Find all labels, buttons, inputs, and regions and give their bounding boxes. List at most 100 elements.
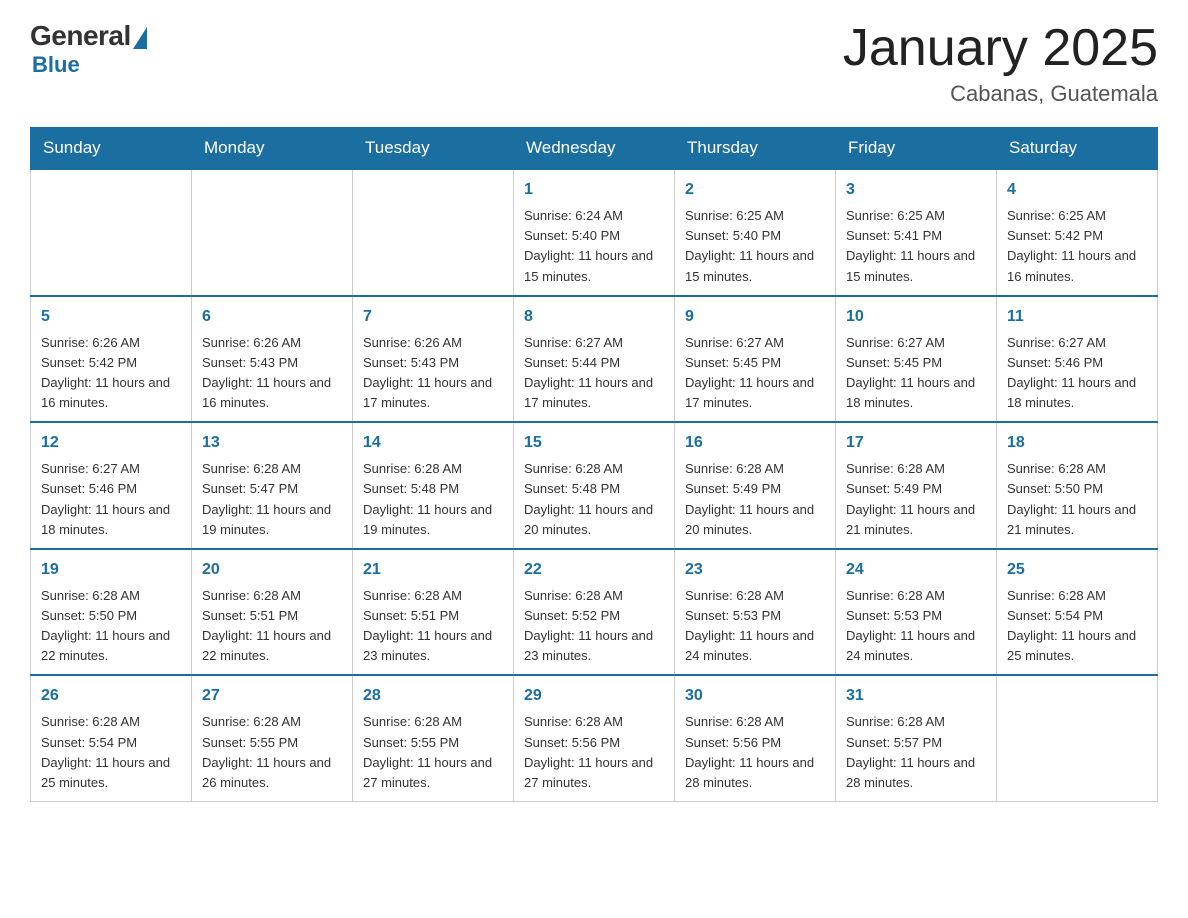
day-number: 26 [41,684,181,708]
day-number: 17 [846,431,986,455]
calendar-cell: 23 Sunrise: 6:28 AM Sunset: 5:53 PM Dayli… [675,549,836,676]
day-info: Sunrise: 6:28 AM Sunset: 5:54 PM Dayligh… [41,714,170,789]
title-section: January 2025 Cabanas, Guatemala [843,20,1158,107]
day-header-saturday: Saturday [997,128,1158,170]
calendar-cell [997,675,1158,801]
day-info: Sunrise: 6:28 AM Sunset: 5:48 PM Dayligh… [524,461,653,536]
calendar-cell: 10 Sunrise: 6:27 AM Sunset: 5:45 PM Dayli… [836,296,997,423]
day-info: Sunrise: 6:28 AM Sunset: 5:53 PM Dayligh… [846,588,975,663]
day-number: 25 [1007,558,1147,582]
calendar-cell: 19Sunrise: 6:28 AM Sunset: 5:50 PM Dayli… [31,549,192,676]
day-info: Sunrise: 6:27 AM Sunset: 5:46 PM Dayligh… [41,461,170,536]
day-number: 24 [846,558,986,582]
calendar-location: Cabanas, Guatemala [843,81,1158,107]
calendar-cell: 26 Sunrise: 6:28 AM Sunset: 5:54 PM Dayli… [31,675,192,801]
calendar-cell: 25 Sunrise: 6:28 AM Sunset: 5:54 PM Dayli… [997,549,1158,676]
day-info: Sunrise: 6:28 AM Sunset: 5:49 PM Dayligh… [685,461,814,536]
calendar-cell: 12 Sunrise: 6:27 AM Sunset: 5:46 PM Dayli… [31,422,192,549]
day-number: 18 [1007,431,1147,455]
calendar-cell [353,169,514,296]
logo-blue-text: Blue [32,52,80,78]
day-info: Sunrise: 6:28 AM Sunset: 5:55 PM Dayligh… [363,714,492,789]
calendar-cell: 20 Sunrise: 6:28 AM Sunset: 5:51 PM Dayli… [192,549,353,676]
calendar-table: SundayMondayTuesdayWednesdayThursdayFrid… [30,127,1158,802]
calendar-cell: 15 Sunrise: 6:28 AM Sunset: 5:48 PM Dayli… [514,422,675,549]
day-number: 7 [363,305,503,329]
day-info: Sunrise: 6:27 AM Sunset: 5:46 PM Dayligh… [1007,335,1136,410]
day-number: 10 [846,305,986,329]
day-info: Sunrise: 6:28 AM Sunset: 5:51 PM Dayligh… [202,588,331,663]
day-number: 15 [524,431,664,455]
calendar-cell: 17 Sunrise: 6:28 AM Sunset: 5:49 PM Dayli… [836,422,997,549]
day-info: Sunrise: 6:28 AM Sunset: 5:54 PM Dayligh… [1007,588,1136,663]
calendar-cell: 31 Sunrise: 6:28 AM Sunset: 5:57 PM Dayli… [836,675,997,801]
calendar-cell: 29 Sunrise: 6:28 AM Sunset: 5:56 PM Dayli… [514,675,675,801]
day-info: Sunrise: 6:28 AM Sunset: 5:53 PM Dayligh… [685,588,814,663]
calendar-cell: 9Sunrise: 6:27 AM Sunset: 5:45 PM Daylig… [675,296,836,423]
calendar-cell: 18Sunrise: 6:28 AM Sunset: 5:50 PM Dayli… [997,422,1158,549]
day-number: 12 [41,431,181,455]
day-info: Sunrise: 6:24 AM Sunset: 5:40 PM Dayligh… [524,208,653,283]
day-info: Sunrise: 6:28 AM Sunset: 5:55 PM Dayligh… [202,714,331,789]
day-header-sunday: Sunday [31,128,192,170]
calendar-cell: 1 Sunrise: 6:24 AM Sunset: 5:40 PM Daylig… [514,169,675,296]
calendar-cell: 4 Sunrise: 6:25 AM Sunset: 5:42 PM Daylig… [997,169,1158,296]
day-info: Sunrise: 6:26 AM Sunset: 5:42 PM Dayligh… [41,335,170,410]
day-number: 3 [846,178,986,202]
day-info: Sunrise: 6:28 AM Sunset: 5:56 PM Dayligh… [685,714,814,789]
day-number: 31 [846,684,986,708]
day-number: 13 [202,431,342,455]
day-info: Sunrise: 6:26 AM Sunset: 5:43 PM Dayligh… [202,335,331,410]
calendar-cell: 6Sunrise: 6:26 AM Sunset: 5:43 PM Daylig… [192,296,353,423]
day-number: 1 [524,178,664,202]
calendar-cell: 22 Sunrise: 6:28 AM Sunset: 5:52 PM Dayli… [514,549,675,676]
day-number: 20 [202,558,342,582]
day-number: 28 [363,684,503,708]
day-info: Sunrise: 6:28 AM Sunset: 5:51 PM Dayligh… [363,588,492,663]
day-number: 22 [524,558,664,582]
day-header-tuesday: Tuesday [353,128,514,170]
calendar-cell: 24 Sunrise: 6:28 AM Sunset: 5:53 PM Dayli… [836,549,997,676]
calendar-cell: 14Sunrise: 6:28 AM Sunset: 5:48 PM Dayli… [353,422,514,549]
day-info: Sunrise: 6:26 AM Sunset: 5:43 PM Dayligh… [363,335,492,410]
calendar-week-row: 1 Sunrise: 6:24 AM Sunset: 5:40 PM Daylig… [31,169,1158,296]
day-number: 29 [524,684,664,708]
day-header-friday: Friday [836,128,997,170]
calendar-cell [31,169,192,296]
day-number: 14 [363,431,503,455]
day-number: 4 [1007,178,1147,202]
calendar-week-row: 5 Sunrise: 6:26 AM Sunset: 5:42 PM Daylig… [31,296,1158,423]
day-number: 8 [524,305,664,329]
calendar-cell: 2Sunrise: 6:25 AM Sunset: 5:40 PM Daylig… [675,169,836,296]
day-info: Sunrise: 6:27 AM Sunset: 5:45 PM Dayligh… [846,335,975,410]
day-number: 27 [202,684,342,708]
calendar-cell: 21 Sunrise: 6:28 AM Sunset: 5:51 PM Dayli… [353,549,514,676]
calendar-cell: 7 Sunrise: 6:26 AM Sunset: 5:43 PM Daylig… [353,296,514,423]
calendar-cell: 27 Sunrise: 6:28 AM Sunset: 5:55 PM Dayli… [192,675,353,801]
day-number: 19 [41,558,181,582]
logo-general-text: General [30,20,131,52]
calendar-cell: 28 Sunrise: 6:28 AM Sunset: 5:55 PM Dayli… [353,675,514,801]
day-info: Sunrise: 6:28 AM Sunset: 5:52 PM Dayligh… [524,588,653,663]
day-info: Sunrise: 6:28 AM Sunset: 5:56 PM Dayligh… [524,714,653,789]
day-info: Sunrise: 6:25 AM Sunset: 5:42 PM Dayligh… [1007,208,1136,283]
calendar-cell: 3 Sunrise: 6:25 AM Sunset: 5:41 PM Daylig… [836,169,997,296]
day-number: 11 [1007,305,1147,329]
logo-triangle-icon [133,27,147,49]
calendar-week-row: 19Sunrise: 6:28 AM Sunset: 5:50 PM Dayli… [31,549,1158,676]
day-header-monday: Monday [192,128,353,170]
day-info: Sunrise: 6:28 AM Sunset: 5:47 PM Dayligh… [202,461,331,536]
day-number: 16 [685,431,825,455]
page-header: General Blue January 2025 Cabanas, Guate… [30,20,1158,107]
day-info: Sunrise: 6:28 AM Sunset: 5:49 PM Dayligh… [846,461,975,536]
calendar-cell [192,169,353,296]
day-info: Sunrise: 6:25 AM Sunset: 5:41 PM Dayligh… [846,208,975,283]
day-number: 5 [41,305,181,329]
day-number: 23 [685,558,825,582]
day-info: Sunrise: 6:28 AM Sunset: 5:57 PM Dayligh… [846,714,975,789]
day-info: Sunrise: 6:27 AM Sunset: 5:44 PM Dayligh… [524,335,653,410]
logo: General Blue [30,20,147,78]
calendar-cell: 11 Sunrise: 6:27 AM Sunset: 5:46 PM Dayli… [997,296,1158,423]
day-number: 21 [363,558,503,582]
calendar-week-row: 12 Sunrise: 6:27 AM Sunset: 5:46 PM Dayli… [31,422,1158,549]
